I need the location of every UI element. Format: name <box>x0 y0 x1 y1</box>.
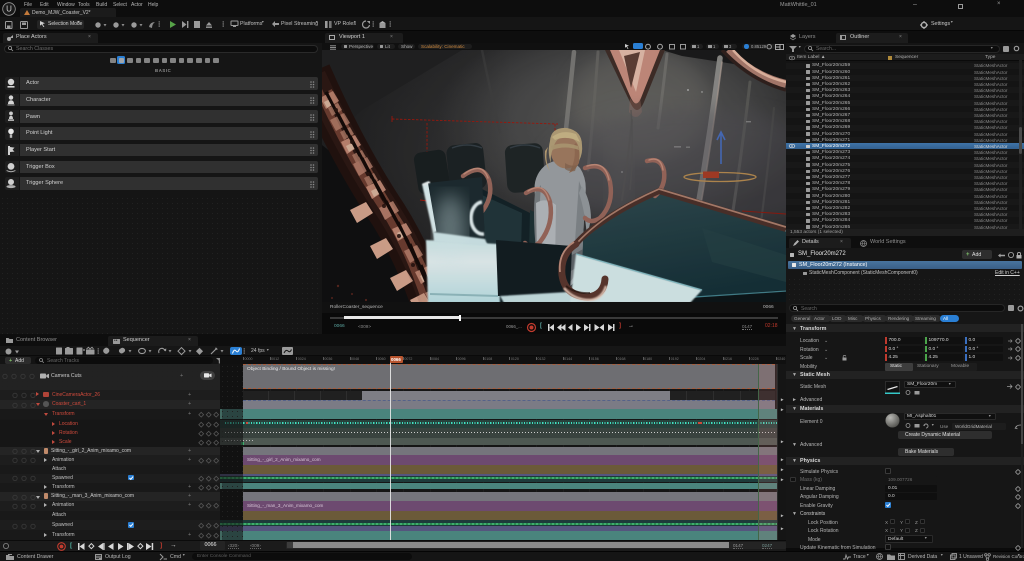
svg-text:U: U <box>6 5 12 14</box>
